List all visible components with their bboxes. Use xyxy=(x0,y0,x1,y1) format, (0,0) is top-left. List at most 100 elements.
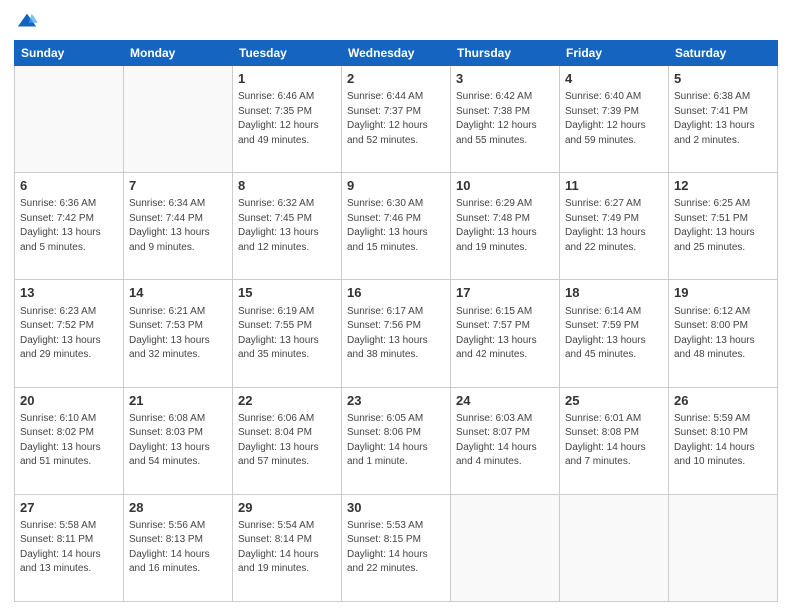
day-number: 28 xyxy=(129,499,227,517)
day-info: Daylight: 13 hours and 22 minutes. xyxy=(565,226,663,255)
day-header-monday: Monday xyxy=(124,41,233,66)
calendar-cell: 23Sunrise: 6:05 AMSunset: 8:06 PMDayligh… xyxy=(342,387,451,494)
day-number: 23 xyxy=(347,392,445,410)
day-number: 20 xyxy=(20,392,118,410)
day-info: Sunrise: 6:25 AM xyxy=(674,197,772,212)
day-number: 17 xyxy=(456,284,554,302)
day-header-friday: Friday xyxy=(560,41,669,66)
day-info: Sunrise: 5:58 AM xyxy=(20,519,118,534)
day-info: Daylight: 14 hours and 1 minute. xyxy=(347,441,445,470)
calendar-cell: 30Sunrise: 5:53 AMSunset: 8:15 PMDayligh… xyxy=(342,494,451,601)
day-info: Sunrise: 6:14 AM xyxy=(565,305,663,320)
calendar-cell: 1Sunrise: 6:46 AMSunset: 7:35 PMDaylight… xyxy=(233,66,342,173)
day-info: Sunrise: 6:27 AM xyxy=(565,197,663,212)
day-info: Daylight: 13 hours and 15 minutes. xyxy=(347,226,445,255)
day-number: 8 xyxy=(238,177,336,195)
day-info: Sunrise: 5:53 AM xyxy=(347,519,445,534)
day-info: Daylight: 12 hours and 59 minutes. xyxy=(565,119,663,148)
day-info: Sunset: 7:37 PM xyxy=(347,105,445,120)
calendar-cell: 17Sunrise: 6:15 AMSunset: 7:57 PMDayligh… xyxy=(451,280,560,387)
day-info: Daylight: 13 hours and 54 minutes. xyxy=(129,441,227,470)
day-info: Sunset: 7:49 PM xyxy=(565,212,663,227)
day-info: Sunrise: 6:08 AM xyxy=(129,412,227,427)
day-info: Daylight: 13 hours and 42 minutes. xyxy=(456,334,554,363)
day-info: Sunset: 7:35 PM xyxy=(238,105,336,120)
day-header-tuesday: Tuesday xyxy=(233,41,342,66)
day-info: Sunrise: 6:40 AM xyxy=(565,90,663,105)
calendar-cell: 20Sunrise: 6:10 AMSunset: 8:02 PMDayligh… xyxy=(15,387,124,494)
calendar-cell xyxy=(669,494,778,601)
day-number: 25 xyxy=(565,392,663,410)
day-info: Sunset: 7:46 PM xyxy=(347,212,445,227)
day-info: Daylight: 14 hours and 10 minutes. xyxy=(674,441,772,470)
day-info: Sunset: 8:14 PM xyxy=(238,533,336,548)
day-info: Daylight: 13 hours and 25 minutes. xyxy=(674,226,772,255)
day-info: Sunrise: 6:44 AM xyxy=(347,90,445,105)
calendar-cell: 8Sunrise: 6:32 AMSunset: 7:45 PMDaylight… xyxy=(233,173,342,280)
day-info: Sunrise: 6:32 AM xyxy=(238,197,336,212)
calendar-cell: 12Sunrise: 6:25 AMSunset: 7:51 PMDayligh… xyxy=(669,173,778,280)
calendar-cell: 9Sunrise: 6:30 AMSunset: 7:46 PMDaylight… xyxy=(342,173,451,280)
day-number: 22 xyxy=(238,392,336,410)
day-info: Sunrise: 6:21 AM xyxy=(129,305,227,320)
calendar-cell: 15Sunrise: 6:19 AMSunset: 7:55 PMDayligh… xyxy=(233,280,342,387)
calendar-cell: 18Sunrise: 6:14 AMSunset: 7:59 PMDayligh… xyxy=(560,280,669,387)
day-info: Sunrise: 6:34 AM xyxy=(129,197,227,212)
day-info: Daylight: 13 hours and 45 minutes. xyxy=(565,334,663,363)
day-info: Sunset: 8:07 PM xyxy=(456,426,554,441)
day-info: Sunset: 7:38 PM xyxy=(456,105,554,120)
day-info: Daylight: 13 hours and 51 minutes. xyxy=(20,441,118,470)
day-number: 16 xyxy=(347,284,445,302)
day-info: Sunrise: 6:10 AM xyxy=(20,412,118,427)
day-info: Daylight: 13 hours and 5 minutes. xyxy=(20,226,118,255)
day-info: Daylight: 14 hours and 22 minutes. xyxy=(347,548,445,577)
day-info: Sunset: 8:10 PM xyxy=(674,426,772,441)
week-row-1: 1Sunrise: 6:46 AMSunset: 7:35 PMDaylight… xyxy=(15,66,778,173)
day-number: 26 xyxy=(674,392,772,410)
day-info: Daylight: 13 hours and 35 minutes. xyxy=(238,334,336,363)
day-info: Sunrise: 6:01 AM xyxy=(565,412,663,427)
day-info: Sunrise: 6:03 AM xyxy=(456,412,554,427)
day-info: Daylight: 12 hours and 52 minutes. xyxy=(347,119,445,148)
day-info: Sunset: 7:51 PM xyxy=(674,212,772,227)
calendar-cell: 13Sunrise: 6:23 AMSunset: 7:52 PMDayligh… xyxy=(15,280,124,387)
day-info: Sunset: 8:04 PM xyxy=(238,426,336,441)
day-number: 15 xyxy=(238,284,336,302)
calendar-cell: 24Sunrise: 6:03 AMSunset: 8:07 PMDayligh… xyxy=(451,387,560,494)
day-info: Sunset: 7:52 PM xyxy=(20,319,118,334)
day-info: Sunset: 7:44 PM xyxy=(129,212,227,227)
calendar-cell: 4Sunrise: 6:40 AMSunset: 7:39 PMDaylight… xyxy=(560,66,669,173)
calendar-cell xyxy=(451,494,560,601)
day-info: Daylight: 13 hours and 29 minutes. xyxy=(20,334,118,363)
day-number: 29 xyxy=(238,499,336,517)
day-info: Sunset: 8:03 PM xyxy=(129,426,227,441)
day-info: Sunrise: 6:17 AM xyxy=(347,305,445,320)
day-info: Daylight: 13 hours and 48 minutes. xyxy=(674,334,772,363)
logo-icon xyxy=(16,10,38,32)
day-number: 6 xyxy=(20,177,118,195)
logo xyxy=(14,10,38,32)
day-info: Sunrise: 6:42 AM xyxy=(456,90,554,105)
day-header-sunday: Sunday xyxy=(15,41,124,66)
calendar-cell: 11Sunrise: 6:27 AMSunset: 7:49 PMDayligh… xyxy=(560,173,669,280)
calendar-cell xyxy=(560,494,669,601)
day-number: 14 xyxy=(129,284,227,302)
day-info: Sunset: 7:41 PM xyxy=(674,105,772,120)
day-number: 27 xyxy=(20,499,118,517)
day-number: 24 xyxy=(456,392,554,410)
calendar-cell: 3Sunrise: 6:42 AMSunset: 7:38 PMDaylight… xyxy=(451,66,560,173)
day-info: Sunset: 8:11 PM xyxy=(20,533,118,548)
day-info: Sunrise: 6:29 AM xyxy=(456,197,554,212)
day-header-wednesday: Wednesday xyxy=(342,41,451,66)
day-info: Sunrise: 6:15 AM xyxy=(456,305,554,320)
day-info: Daylight: 14 hours and 19 minutes. xyxy=(238,548,336,577)
day-info: Daylight: 13 hours and 32 minutes. xyxy=(129,334,227,363)
day-info: Sunset: 7:56 PM xyxy=(347,319,445,334)
calendar-table: SundayMondayTuesdayWednesdayThursdayFrid… xyxy=(14,40,778,602)
day-info: Sunrise: 6:23 AM xyxy=(20,305,118,320)
calendar-cell: 21Sunrise: 6:08 AMSunset: 8:03 PMDayligh… xyxy=(124,387,233,494)
week-row-5: 27 Sunrise: 5:58 AMSunset: 8:11 PM Dayligh… xyxy=(15,494,778,601)
calendar-cell: 29Sunrise: 5:54 AMSunset: 8:14 PMDayligh… xyxy=(233,494,342,601)
day-info: Sunrise: 6:38 AM xyxy=(674,90,772,105)
day-number: 4 xyxy=(565,70,663,88)
